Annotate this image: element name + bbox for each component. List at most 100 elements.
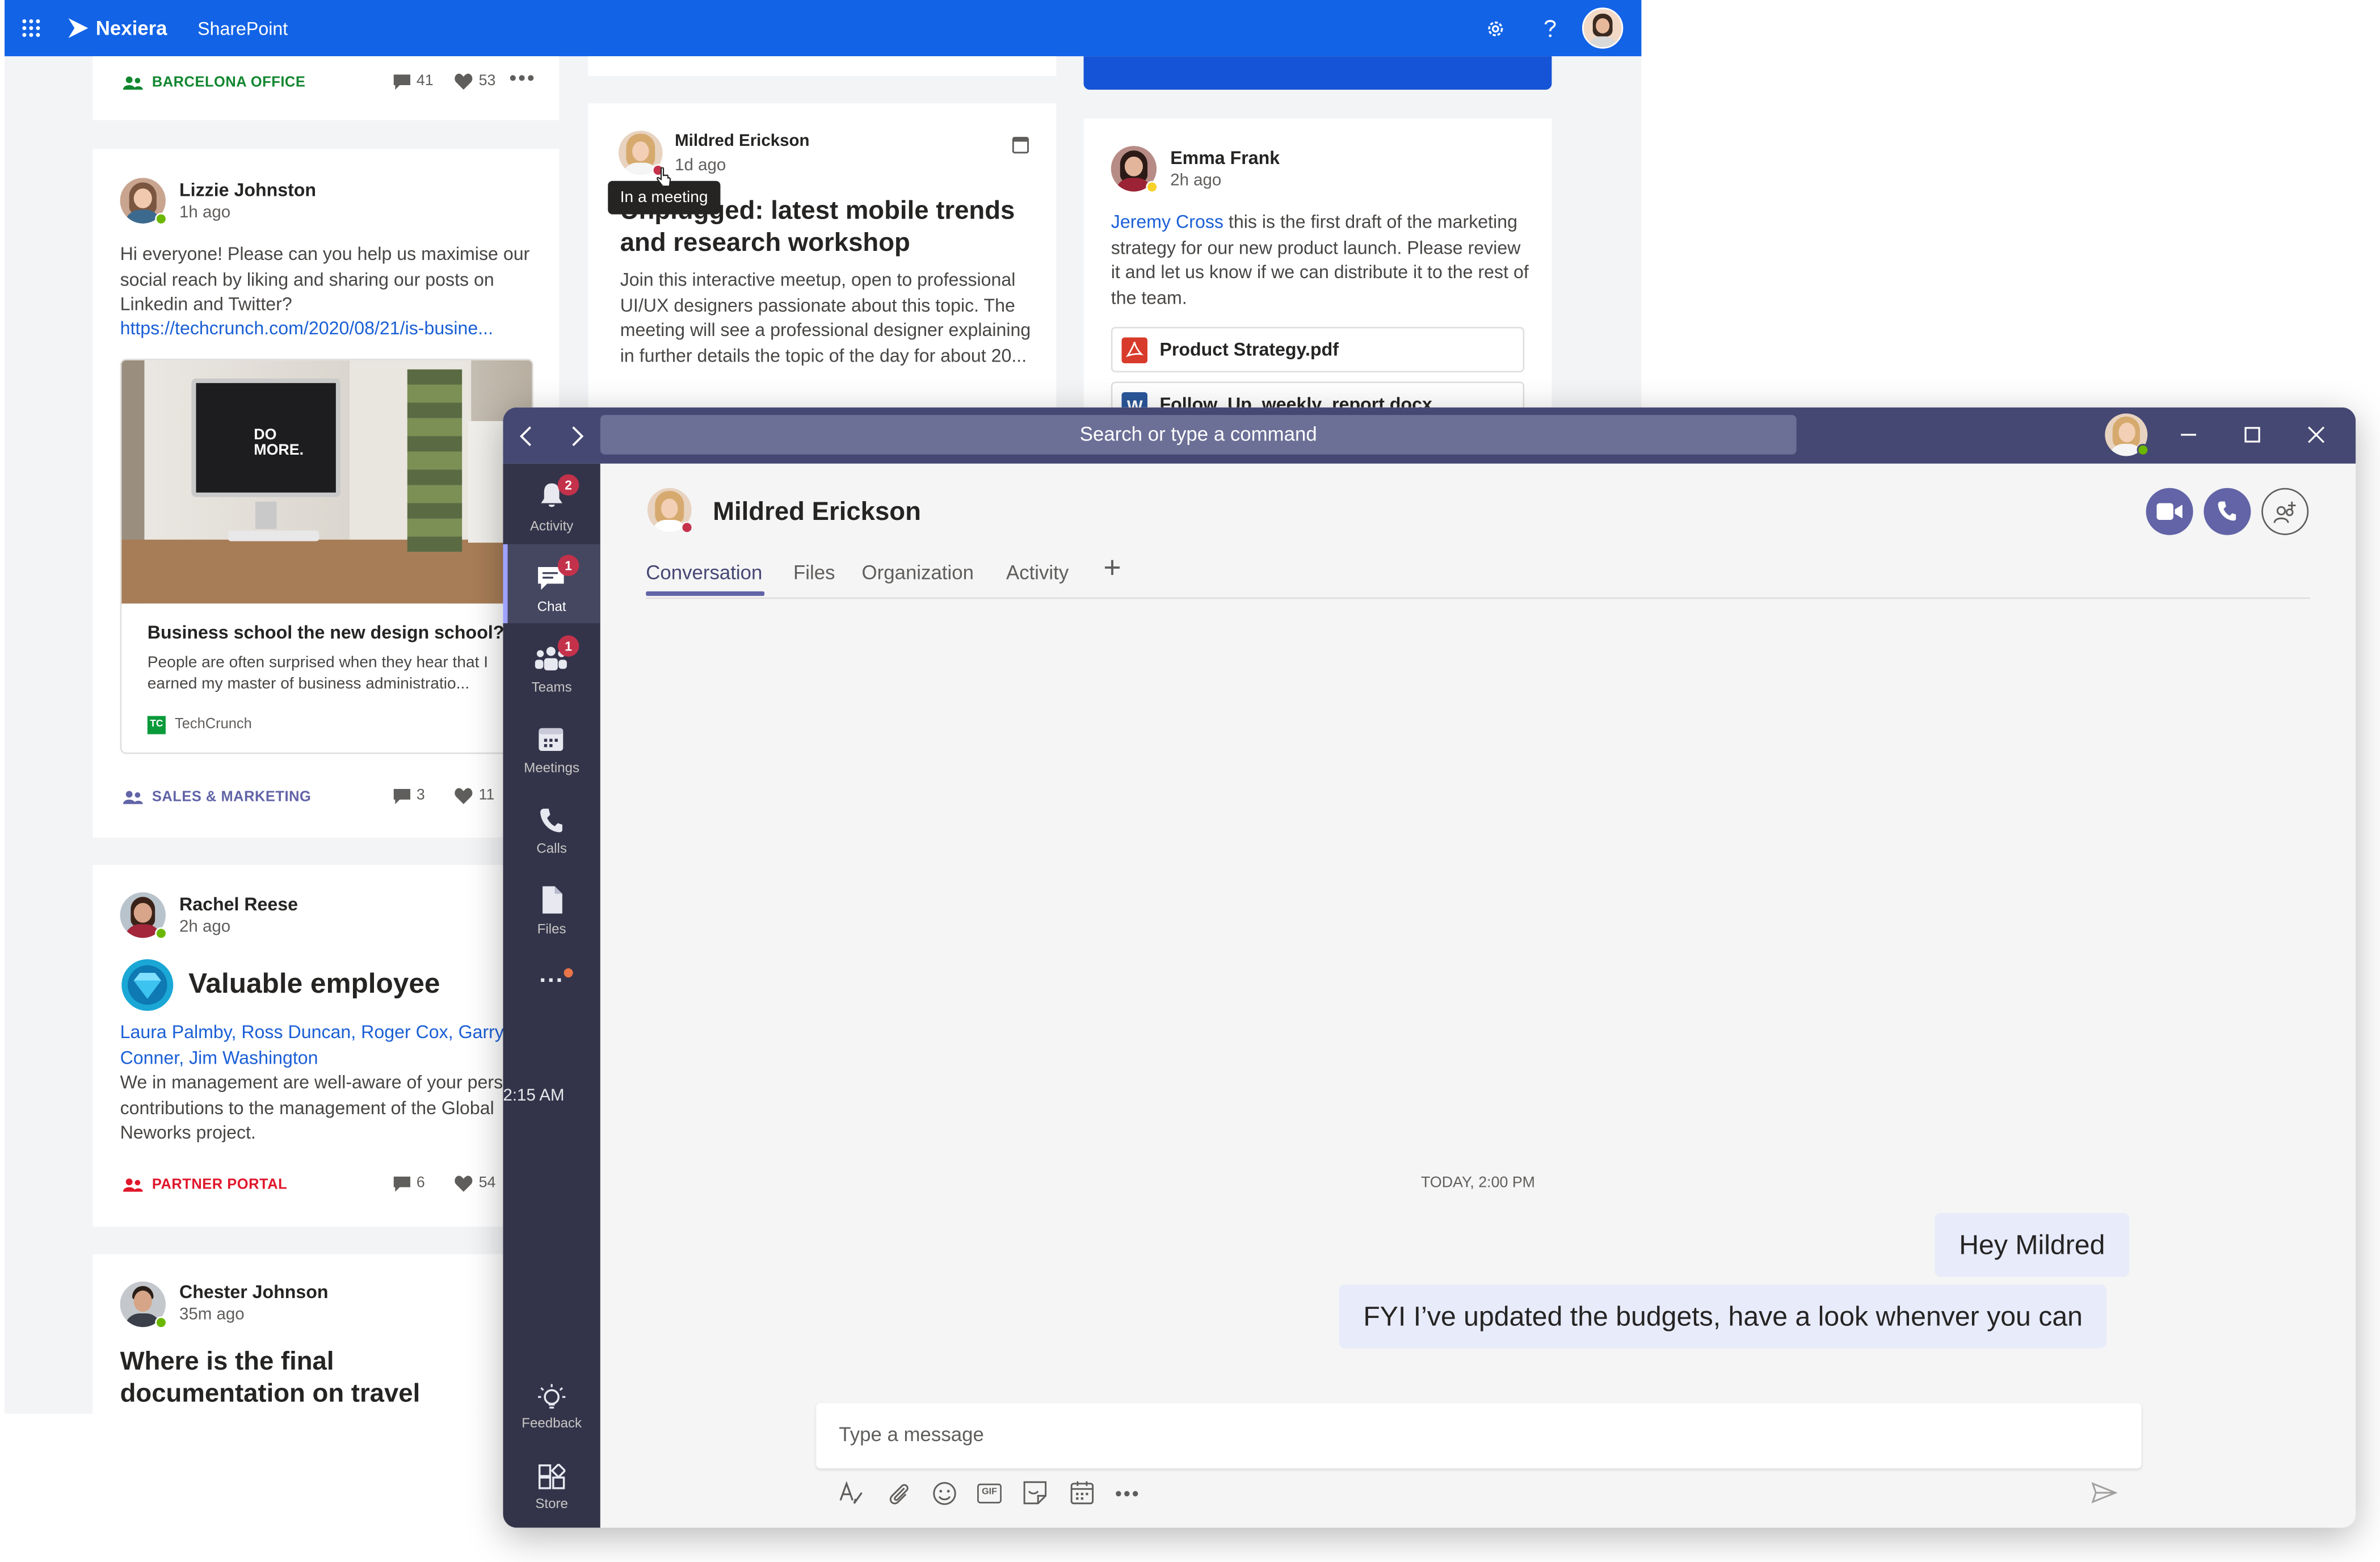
- like-count[interactable]: 11: [455, 787, 494, 804]
- emoji-button[interactable]: [930, 1479, 957, 1506]
- comment-count[interactable]: 6: [393, 1175, 425, 1192]
- post-card-chester: Chester Johnson 35m ago Where is the fin…: [92, 1254, 560, 1414]
- post-tag-label: BARCELONA OFFICE: [152, 74, 306, 91]
- tab-conversation[interactable]: Conversation: [646, 561, 765, 596]
- heart-icon: [455, 73, 473, 90]
- message-bubble[interactable]: FYI I’ve updated the budgets, have a loo…: [1339, 1284, 2107, 1349]
- link-preview-image: DO MORE.: [121, 360, 532, 604]
- notification-badge: 2: [557, 474, 579, 496]
- link-preview-source: TechCrunch: [174, 716, 252, 733]
- rail-label: Feedback: [522, 1415, 582, 1431]
- author-name[interactable]: Rachel Reese: [179, 894, 298, 915]
- rail-feedback[interactable]: Feedback: [503, 1376, 600, 1455]
- award-title: Valuable employee: [188, 967, 440, 999]
- comment-count[interactable]: 3: [393, 787, 425, 804]
- rail-label: Chat: [537, 599, 566, 614]
- like-count-value: 54: [478, 1175, 496, 1192]
- emoji-icon: [932, 1481, 956, 1505]
- gif-icon: GIF: [977, 1483, 1002, 1503]
- message-bubble[interactable]: Hey Mildred: [1935, 1213, 2130, 1277]
- brand-name[interactable]: Nexiera: [96, 16, 167, 39]
- teams-app-rail: 2 Activity 1 Chat 1 Teams Meetings Calls: [503, 463, 600, 1528]
- rail-more[interactable]: ...: [503, 947, 600, 1026]
- audio-call-button[interactable]: [2204, 488, 2251, 535]
- sticker-button[interactable]: [1021, 1479, 1049, 1506]
- tab-activity[interactable]: Activity: [1006, 561, 1069, 583]
- mouse-cursor-icon: [657, 167, 671, 187]
- scroll-fade-marker: • •: [1441, 601, 1486, 605]
- video-call-button[interactable]: [2146, 488, 2193, 535]
- author-name[interactable]: Chester Johnson: [179, 1282, 329, 1303]
- tab-organization[interactable]: Organization: [862, 561, 974, 583]
- comment-count-value: 3: [416, 787, 425, 804]
- author-name[interactable]: Lizzie Johnston: [179, 179, 316, 200]
- rail-activity[interactable]: 2 Activity: [503, 464, 600, 543]
- tab-files[interactable]: Files: [793, 561, 835, 583]
- rail-label: Store: [535, 1496, 568, 1511]
- people-icon: [123, 1178, 143, 1192]
- like-count[interactable]: 53: [455, 73, 496, 90]
- post-text: Jeremy Cross this is the first draft of …: [1111, 210, 1529, 310]
- people-icon: [123, 791, 143, 804]
- close-icon[interactable]: [2307, 426, 2326, 444]
- add-tab-icon[interactable]: +: [1103, 552, 1121, 587]
- attach-button[interactable]: [885, 1479, 912, 1506]
- author-name[interactable]: Emma Frank: [1170, 148, 1280, 169]
- file-icon: [543, 886, 562, 914]
- more-options-icon[interactable]: •••: [509, 65, 536, 90]
- presence-available-icon: [155, 927, 167, 940]
- post-time: 2h ago: [179, 918, 231, 937]
- compose-message-input[interactable]: Type a message: [816, 1403, 2142, 1469]
- maximize-icon[interactable]: [2243, 426, 2261, 444]
- rail-teams[interactable]: 1 Teams: [503, 625, 600, 704]
- calendar-icon[interactable]: [1012, 135, 1029, 154]
- comment-icon: [393, 788, 411, 804]
- settings-gear-icon[interactable]: [1485, 18, 1506, 39]
- mention-link[interactable]: Jeremy Cross: [1111, 211, 1223, 232]
- sticker-icon: [1023, 1481, 1047, 1505]
- comment-count-value: 41: [416, 73, 434, 90]
- post-link[interactable]: https://techcrunch.com/2020/08/21/is-bus…: [120, 316, 539, 341]
- post-tag[interactable]: BARCELONA OFFICE: [123, 74, 305, 91]
- schedule-meeting-button[interactable]: [1069, 1479, 1096, 1506]
- user-avatar[interactable]: [1582, 7, 1624, 49]
- post-time: 1h ago: [179, 203, 231, 222]
- like-count[interactable]: 54: [455, 1175, 496, 1192]
- app-launcher-icon[interactable]: [21, 18, 41, 38]
- tab-label: Conversation: [646, 561, 763, 584]
- rail-chat[interactable]: 1 Chat: [503, 544, 600, 624]
- send-button[interactable]: [2090, 1479, 2117, 1506]
- minimize-icon[interactable]: [2180, 426, 2198, 444]
- phone-icon: [540, 808, 562, 833]
- award-recipients[interactable]: Laura Palmby, Ross Duncan, Roger Cox, Ga…: [120, 1020, 539, 1070]
- rail-label: Calls: [536, 841, 567, 856]
- post-tag[interactable]: PARTNER PORTAL: [123, 1177, 287, 1193]
- back-arrow-icon[interactable]: [518, 426, 533, 447]
- rail-files[interactable]: Files: [503, 867, 600, 946]
- help-icon[interactable]: [1541, 16, 1559, 39]
- notification-badge: 1: [557, 555, 579, 577]
- link-preview-card[interactable]: DO MORE. Business school the new design …: [120, 359, 534, 754]
- post-card-lizzie: Lizzie Johnston 1h ago Hi everyone! Plea…: [92, 149, 560, 838]
- format-button[interactable]: [838, 1479, 865, 1506]
- comment-count[interactable]: 41: [393, 73, 434, 90]
- send-icon: [2091, 1482, 2117, 1504]
- rail-meetings[interactable]: Meetings: [503, 706, 600, 784]
- rail-store[interactable]: Store: [503, 1456, 600, 1528]
- post-card-remnant: [588, 56, 1057, 76]
- app-name[interactable]: SharePoint: [197, 18, 288, 39]
- post-title[interactable]: Where is the final documentation on trav…: [120, 1345, 515, 1409]
- lightbulb-icon: [538, 1384, 566, 1409]
- add-people-button[interactable]: [2261, 488, 2309, 535]
- rail-calls[interactable]: Calls: [503, 786, 600, 865]
- file-attachment[interactable]: Product Strategy.pdf: [1111, 326, 1525, 373]
- like-count-value: 53: [478, 73, 496, 90]
- post-card-emma: Emma Frank 2h ago Jeremy Cross this is t…: [1083, 118, 1552, 415]
- post-tag[interactable]: SALES & MARKETING: [123, 789, 311, 805]
- command-search-input[interactable]: Search or type a command: [600, 415, 1797, 455]
- more-options-icon[interactable]: •••: [1114, 1479, 1141, 1506]
- gif-button[interactable]: GIF: [975, 1479, 1003, 1506]
- forward-arrow-icon[interactable]: [570, 426, 585, 447]
- store-icon: [539, 1464, 566, 1489]
- author-name[interactable]: Mildred Erickson: [675, 132, 809, 150]
